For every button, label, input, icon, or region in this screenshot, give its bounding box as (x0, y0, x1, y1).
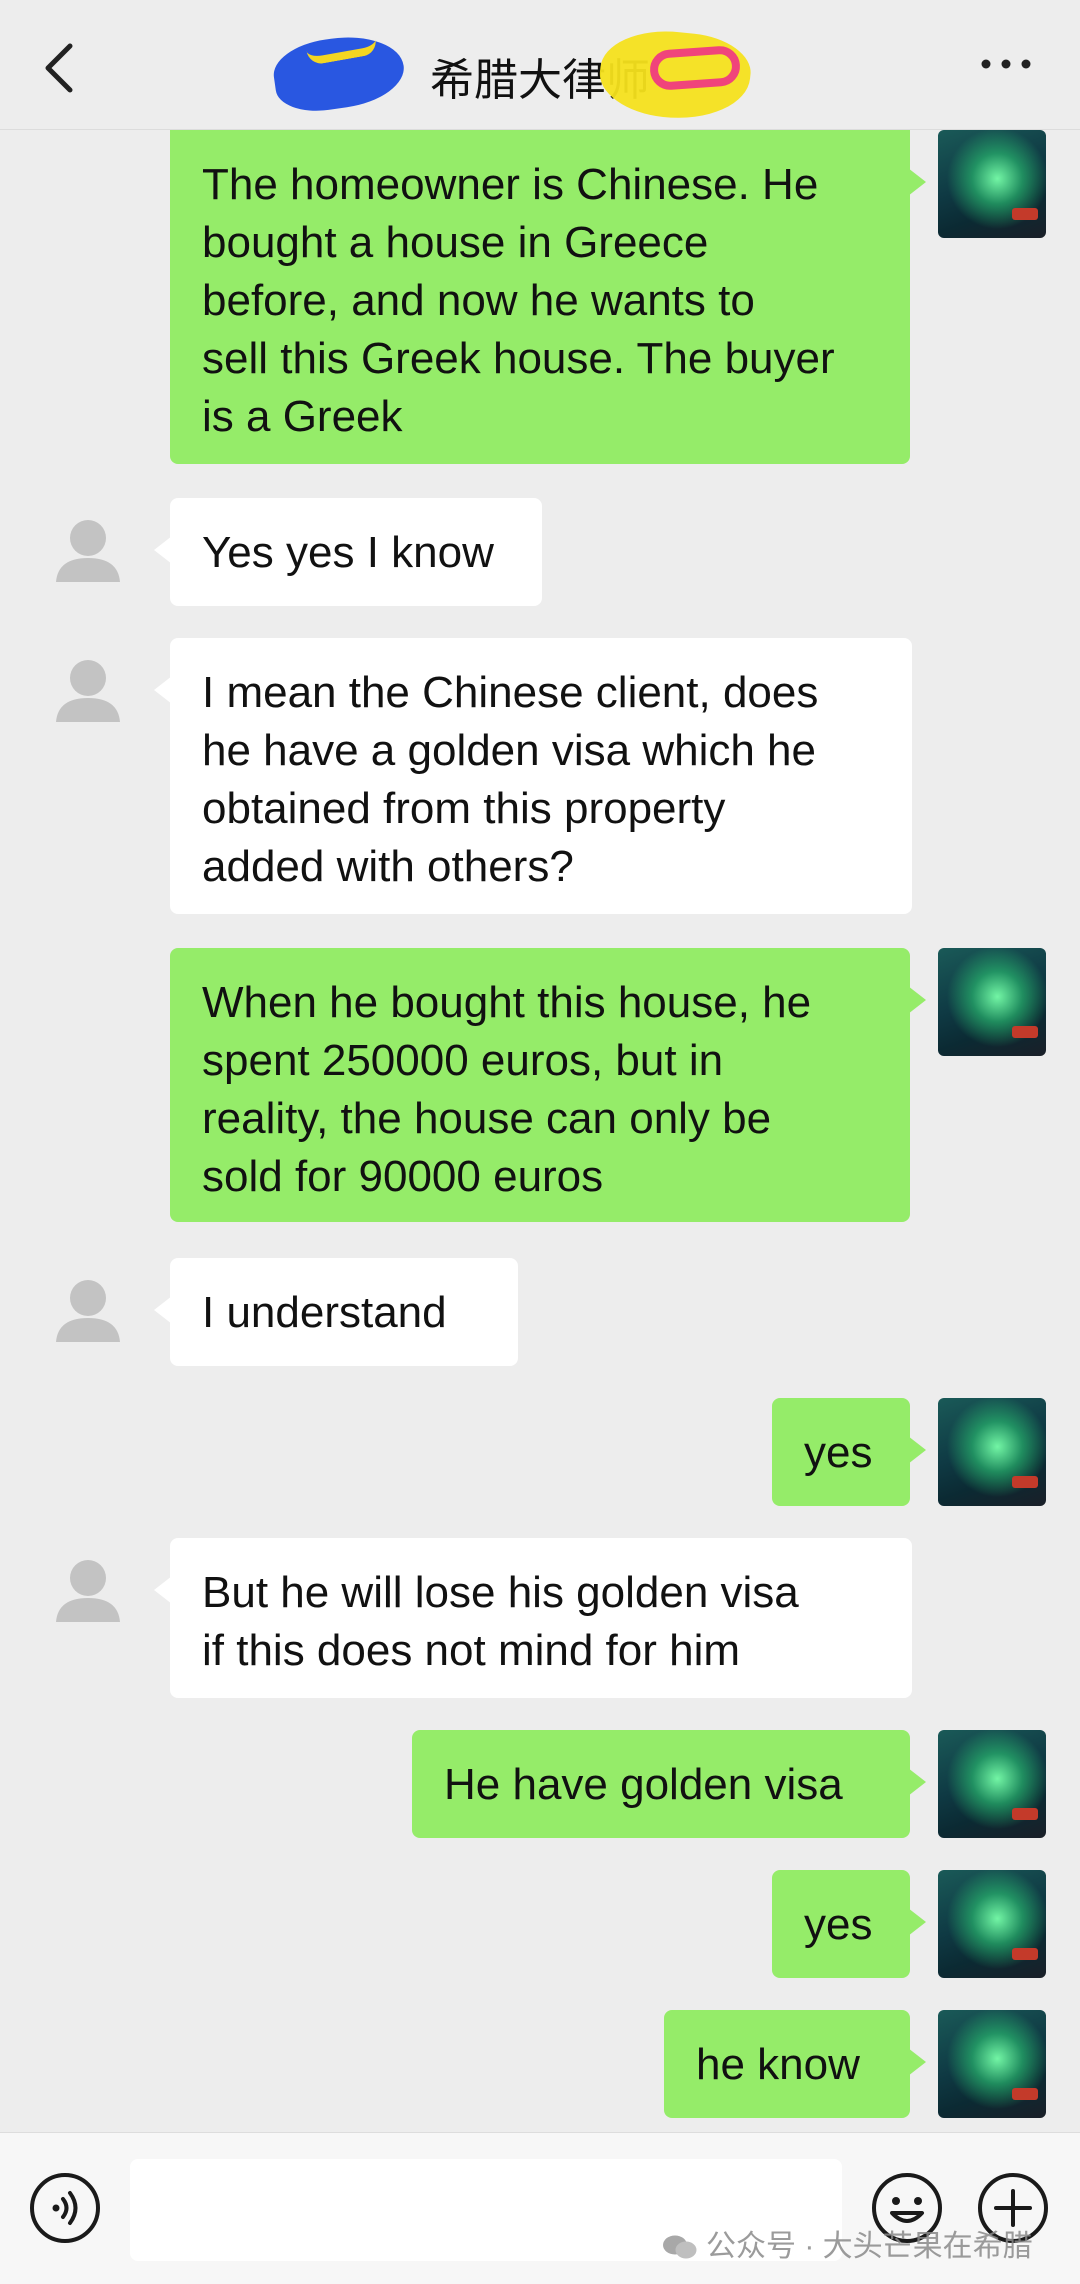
wechat-icon (663, 2235, 697, 2259)
default-user-icon (34, 638, 142, 746)
chat-title-area: 希腊大律师 (269, 18, 810, 126)
contact-message-bubble[interactable]: I mean the Chinese client, does he have … (154, 638, 912, 914)
my-avatar[interactable] (938, 130, 1046, 238)
chevron-left-icon (45, 43, 73, 93)
my-avatar[interactable] (938, 1398, 1046, 1506)
voice-button[interactable] (28, 2171, 102, 2245)
my-avatar[interactable] (938, 1870, 1046, 1978)
my-message-bubble[interactable]: yes (772, 1870, 926, 1978)
watermark-text: 公众号 · 大头芒果在希腊 (706, 2230, 1033, 2263)
contact-message-bubble[interactable]: Yes yes I know (154, 498, 542, 606)
voice-icon (30, 2173, 100, 2243)
contact-message-bubble[interactable]: I understand (154, 1258, 518, 1366)
contact-avatar[interactable] (34, 1258, 142, 1366)
default-user-icon (34, 1538, 142, 1646)
more-button[interactable] (976, 44, 1036, 84)
contact-avatar[interactable] (34, 498, 142, 606)
my-message-bubble[interactable]: yes (772, 1398, 926, 1506)
my-avatar[interactable] (938, 2010, 1046, 2118)
back-button[interactable] (36, 36, 86, 96)
default-user-icon (34, 1258, 142, 1366)
my-message-bubble[interactable]: The homeowner is Chinese. He bought a ho… (170, 130, 926, 464)
more-dots-icon (981, 59, 1031, 69)
my-message-bubble[interactable]: He have golden visa (412, 1730, 926, 1838)
my-avatar[interactable] (938, 1730, 1046, 1838)
my-message-bubble[interactable]: he know (664, 2010, 926, 2118)
contact-message-bubble[interactable]: But he will lose his golden visa if this… (154, 1538, 912, 1698)
redaction-scribble (648, 44, 742, 92)
watermark: 公众号 · 大头芒果在希腊 (662, 2221, 1033, 2265)
contact-avatar[interactable] (34, 1538, 142, 1646)
chat-header: 希腊大律师 (0, 0, 1080, 130)
my-avatar[interactable] (938, 948, 1046, 1056)
default-user-icon (34, 498, 142, 606)
contact-avatar[interactable] (34, 638, 142, 746)
input-bar: 公众号 · 大头芒果在希腊 (0, 2132, 1080, 2284)
my-message-bubble[interactable]: When he bought this house, he spent 2500… (170, 948, 926, 1222)
